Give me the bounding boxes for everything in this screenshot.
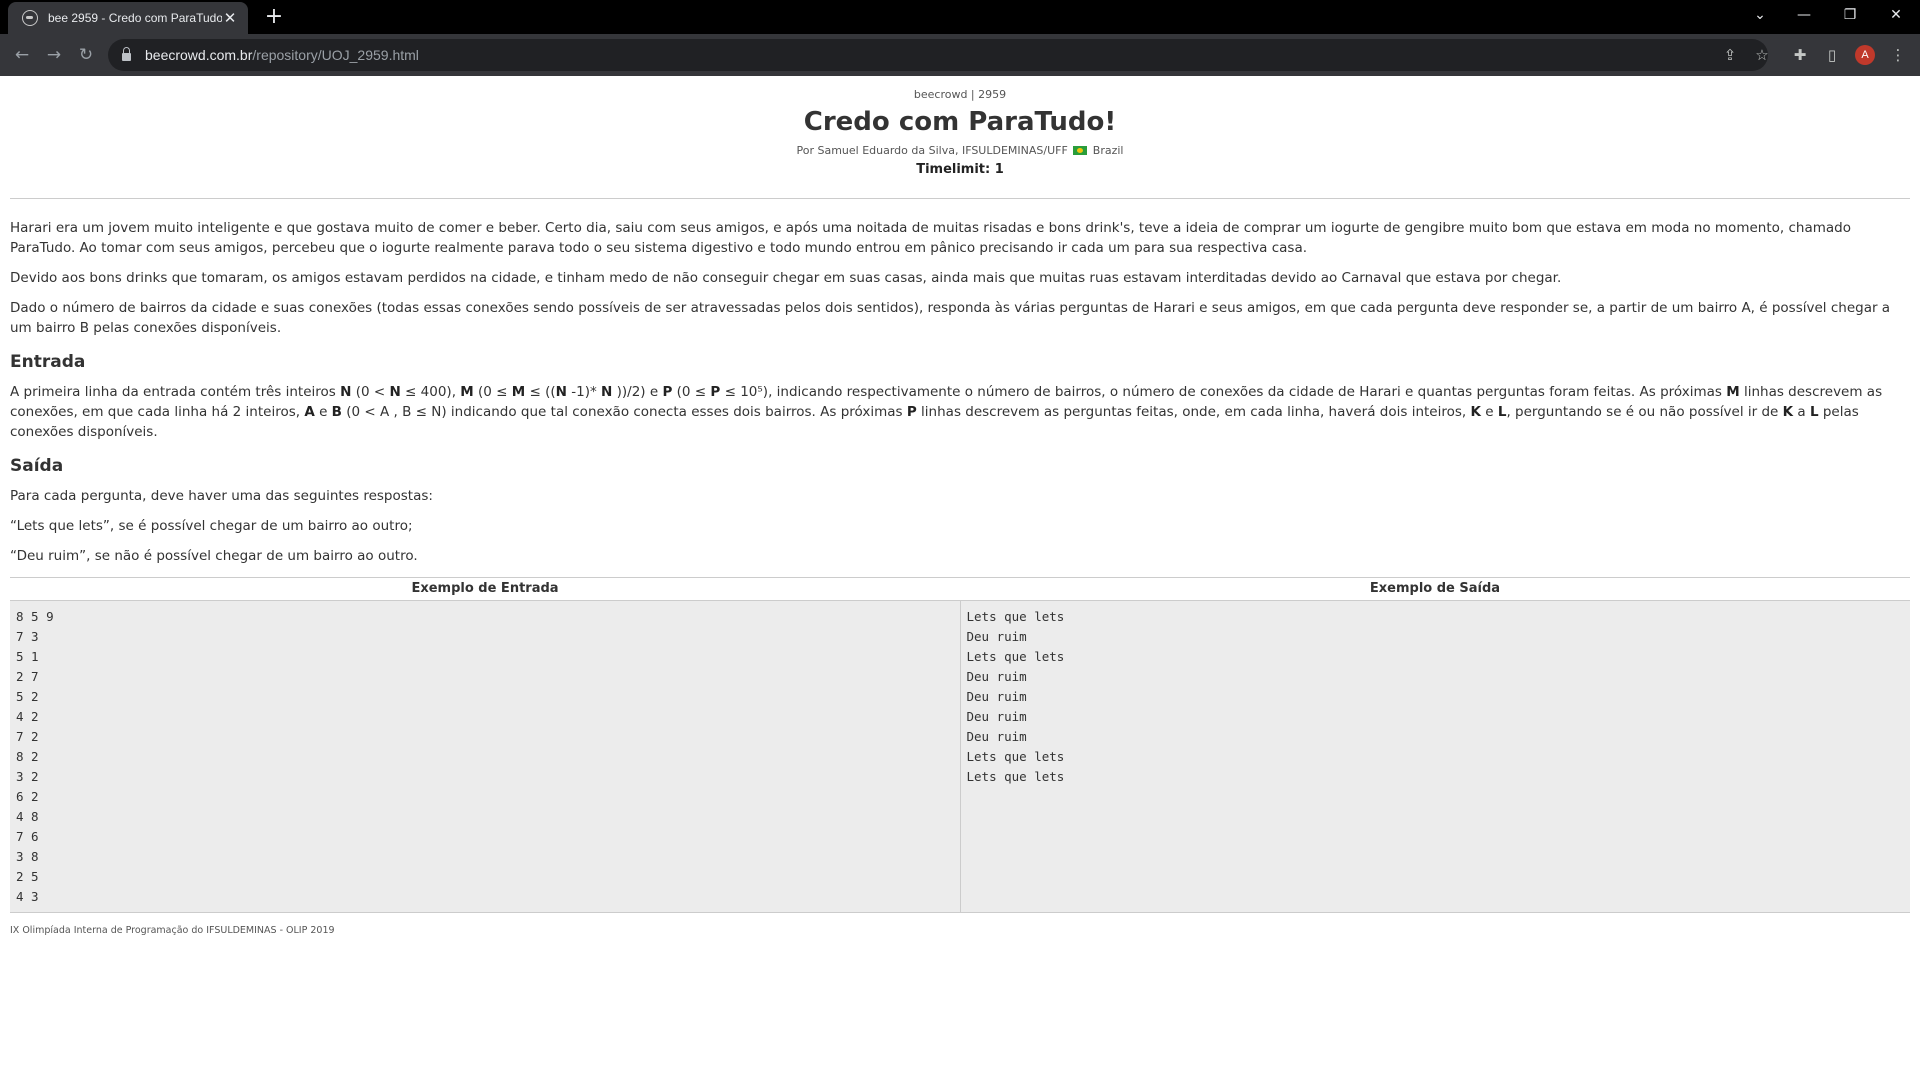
input-heading: Entrada — [10, 352, 86, 372]
output-heading: Saída — [10, 456, 64, 476]
reload-icon[interactable]: ↻ — [72, 41, 100, 69]
side-panel-icon[interactable]: ▯ — [1820, 43, 1844, 67]
problem-body: Harari era um jovem muito inteligente e … — [10, 218, 1910, 576]
close-tab-icon[interactable]: ✕ — [222, 9, 238, 27]
minimize-button[interactable]: — — [1782, 0, 1826, 30]
site-label: beecrowd | 2959 — [913, 88, 1007, 101]
divider — [10, 198, 1910, 199]
browser-tab[interactable]: bee 2959 - Credo com ParaTudo! ✕ — [8, 2, 248, 34]
description-paragraph-1: Harari era um jovem muito inteligente e … — [10, 220, 1851, 256]
menu-kebab-icon[interactable]: ⋮ — [1886, 43, 1910, 67]
lock-icon[interactable] — [122, 47, 131, 61]
timelimit: Timelimit: 1 — [916, 162, 1004, 177]
forward-icon[interactable]: → — [40, 41, 68, 69]
example-output-header: Exemplo de Saída — [1369, 581, 1501, 596]
examples-body-row: 8 5 9 7 3 5 1 2 7 5 2 4 2 7 2 8 2 3 2 6 … — [10, 601, 1910, 912]
author-line: Por Samuel Eduardo da Silva, IFSULDEMINA… — [0, 144, 1920, 157]
author-name: Por Samuel Eduardo da Silva, IFSULDEMINA… — [796, 144, 1068, 157]
example-input-header: Exemplo de Entrada — [411, 581, 559, 596]
tab-strip: bee 2959 - Credo com ParaTudo! ✕ + ⌄ — ❐… — [0, 0, 1920, 34]
url-path: /repository/UOJ_2959.html — [252, 47, 419, 63]
output-description: Para cada pergunta, deve haver uma das s… — [10, 488, 433, 504]
restore-button[interactable]: ❐ — [1828, 0, 1872, 30]
new-tab-button[interactable]: + — [260, 4, 288, 30]
address-bar[interactable]: beecrowd.com.br/repository/UOJ_2959.html — [108, 39, 1768, 71]
extensions-icon[interactable]: ✚ — [1788, 43, 1812, 67]
example-output: Lets que lets Deu ruim Lets que lets Deu… — [960, 601, 1910, 912]
output-case-no: “Deu ruim”, se não é possível chegar de … — [10, 548, 418, 564]
description-paragraph-3: Dado o número de bairros da cidade e sua… — [10, 300, 1891, 336]
output-case-yes: “Lets que lets”, se é possível chegar de… — [10, 518, 413, 534]
contest-footer: IX Olimpíada Interna de Programação do I… — [10, 925, 335, 936]
examples-header-row: Exemplo de Entrada Exemplo de Saída — [10, 578, 1910, 601]
problem-header: beecrowd | 2959 Credo com ParaTudo! Por … — [0, 88, 1920, 177]
close-window-button[interactable]: ✕ — [1874, 0, 1918, 30]
page-title: Credo com ParaTudo! — [803, 107, 1117, 137]
examples-table: Exemplo de Entrada Exemplo de Saída 8 5 … — [10, 577, 1910, 913]
tab-search-icon[interactable]: ⌄ — [1738, 0, 1782, 30]
browser-toolbar: ← → ↻ beecrowd.com.br/repository/UOJ_295… — [0, 34, 1920, 76]
globe-icon — [22, 10, 38, 26]
example-input: 8 5 9 7 3 5 1 2 7 5 2 4 2 7 2 8 2 3 2 6 … — [10, 601, 961, 912]
profile-avatar[interactable]: A — [1855, 45, 1875, 65]
back-icon[interactable]: ← — [8, 41, 36, 69]
bookmark-star-icon[interactable]: ☆ — [1750, 43, 1774, 67]
description-paragraph-2: Devido aos bons drinks que tomaram, os a… — [10, 270, 1562, 286]
share-icon[interactable]: ⇪ — [1718, 43, 1742, 67]
url-text: beecrowd.com.br/repository/UOJ_2959.html — [145, 47, 419, 63]
brazil-flag-icon — [1073, 146, 1088, 155]
page-content: beecrowd | 2959 Credo com ParaTudo! Por … — [0, 76, 1920, 1076]
input-description: A primeira linha da entrada contém três … — [10, 384, 1883, 440]
tab-title: bee 2959 - Credo com ParaTudo! — [48, 11, 222, 25]
url-domain: beecrowd.com.br — [145, 47, 253, 63]
author-country: Brazil — [1092, 144, 1124, 157]
